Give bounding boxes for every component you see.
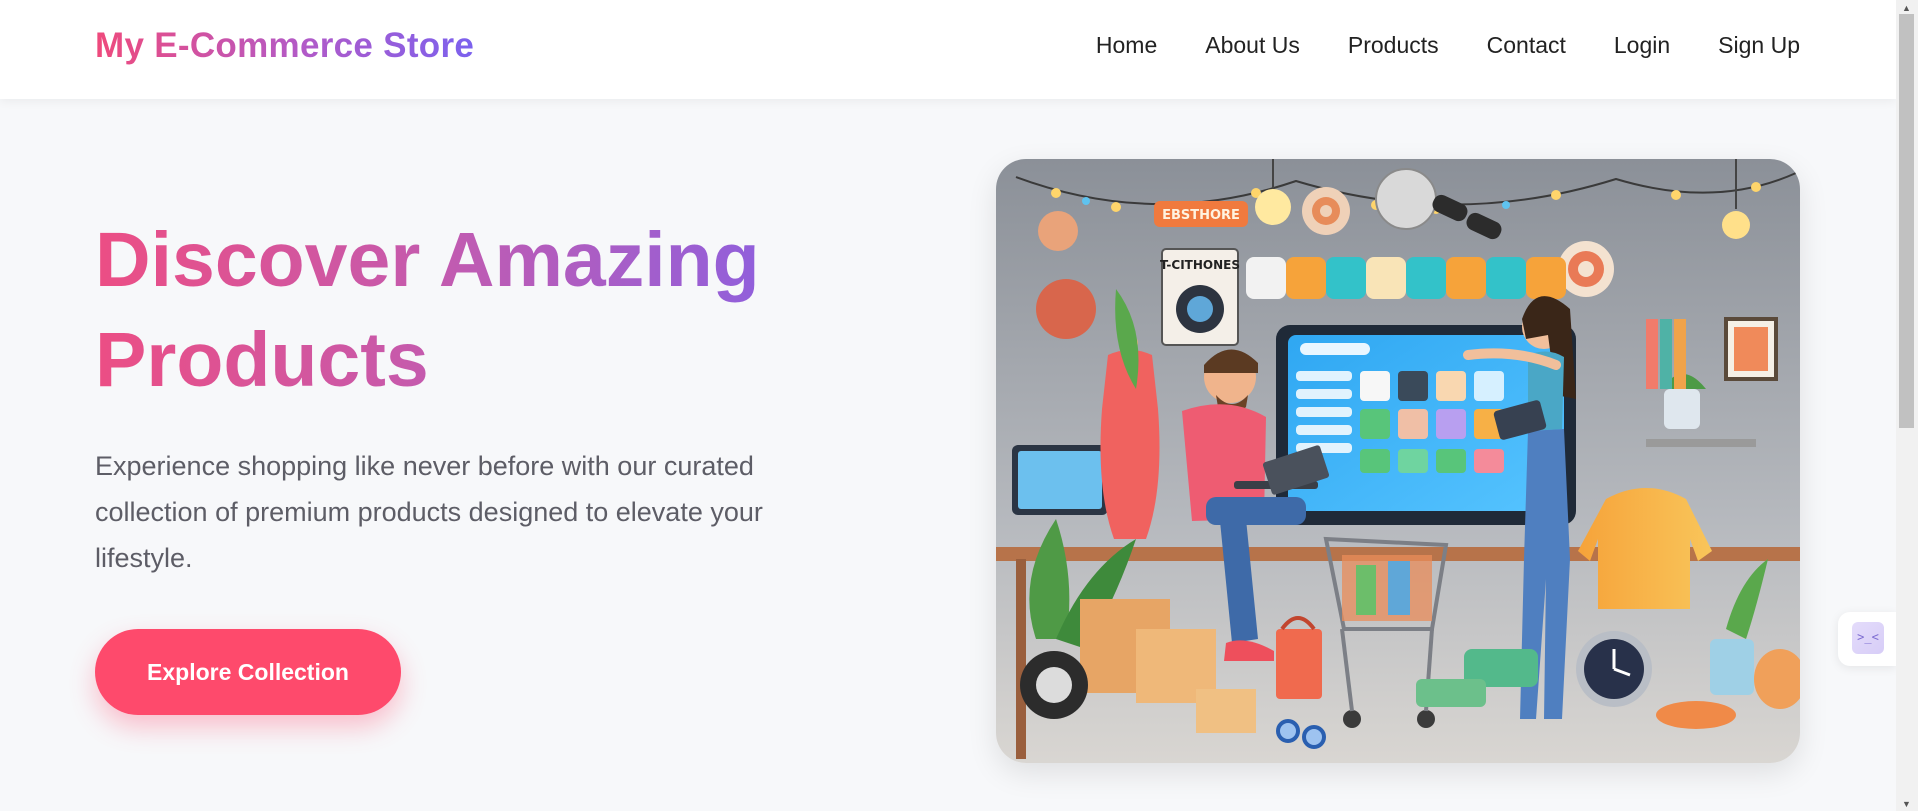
page-scrollbar[interactable]: ▲ ▼ <box>1896 0 1918 811</box>
navbar: My E-Commerce Store Home About Us Produc… <box>0 0 1896 99</box>
hero-title: Discover Amazing Products <box>95 210 875 410</box>
hero-image: EBSTHORE T-CITHONES <box>996 159 1800 763</box>
svg-text:T-CITHONES: T-CITHONES <box>1160 258 1240 272</box>
nav-home-link[interactable]: Home <box>1096 32 1157 59</box>
nav-about-us-link[interactable]: About Us <box>1205 32 1300 59</box>
scrollbar-thumb[interactable] <box>1899 14 1914 428</box>
explore-collection-button[interactable]: Explore Collection <box>95 629 401 715</box>
devtools-icon: >_< <box>1852 622 1884 654</box>
main-nav: Home About Us Products Contact Login Sig… <box>1096 32 1800 59</box>
side-widget-tab[interactable]: >_< <box>1838 612 1896 666</box>
nav-contact-link[interactable]: Contact <box>1487 32 1566 59</box>
scroll-down-arrow-icon[interactable]: ▼ <box>1902 798 1911 810</box>
nav-login-link[interactable]: Login <box>1614 32 1670 59</box>
hero-description: Experience shopping like never before wi… <box>95 451 763 573</box>
brand-logo[interactable]: My E-Commerce Store <box>95 26 474 66</box>
svg-text:EBSTHORE: EBSTHORE <box>1162 208 1240 223</box>
nav-products-link[interactable]: Products <box>1348 32 1439 59</box>
scroll-up-arrow-icon[interactable]: ▲ <box>1902 2 1911 14</box>
nav-sign-up-link[interactable]: Sign Up <box>1718 32 1800 59</box>
